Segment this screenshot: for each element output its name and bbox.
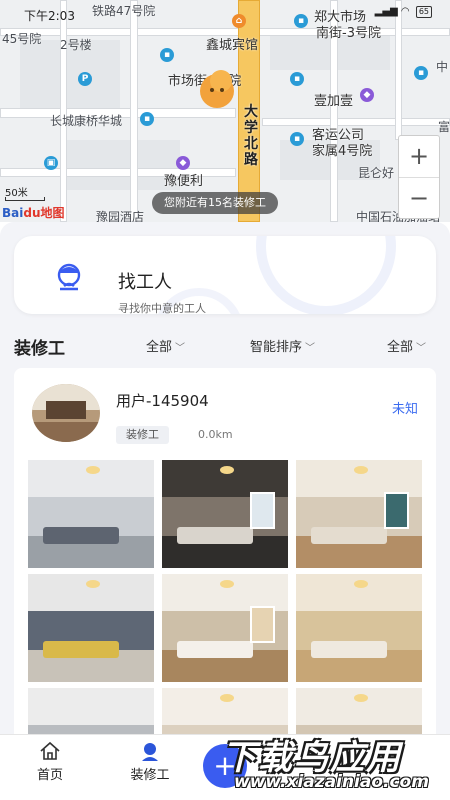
map-label: 45号院 <box>2 32 42 46</box>
photo-sofa <box>43 640 119 659</box>
map-label: 豫便利 <box>164 174 204 189</box>
map-label: 铁路47号院 <box>92 4 156 18</box>
worker-helmet-icon <box>57 263 81 291</box>
filter-sort-dropdown[interactable]: 智能排序 ﹀ <box>250 336 315 355</box>
map-label: 2号楼 <box>60 38 92 52</box>
card-decoration <box>256 236 396 314</box>
baidu-map-logo: Baidu地图 <box>2 204 65 221</box>
building-poi-icon[interactable]: ▪ <box>290 132 304 146</box>
worker-icon <box>142 743 158 761</box>
worker-marker-eye <box>210 88 214 92</box>
app-root: 下午2:03 ▂▄▆ ◠ 65 45号院 2号楼 铁路47号院 鑫城宾馆 郑大市… <box>0 0 450 800</box>
nearby-count-bubble: 您附近有15名装修工 <box>152 192 278 214</box>
chevron-down-icon: ﹀ <box>305 343 316 354</box>
map-label: 家属4号院 <box>312 144 373 159</box>
nav-workers[interactable]: 装修工 <box>115 741 185 783</box>
find-worker-card[interactable]: 找工人 寻找你中意的工人 <box>14 236 436 314</box>
map-road <box>60 0 67 222</box>
signal-icon: ▂▄▆ <box>374 6 398 17</box>
find-worker-title: 找工人 <box>118 272 172 293</box>
map-road <box>130 0 138 222</box>
map-label: 中 <box>436 60 449 74</box>
zoom-control: + − <box>398 135 440 219</box>
worker-marker-icon[interactable] <box>196 70 238 116</box>
map-road-label: 大学北路 <box>244 104 258 168</box>
photo-sofa <box>177 640 253 659</box>
map-view[interactable]: 下午2:03 ▂▄▆ ◠ 65 45号院 2号楼 铁路47号院 鑫城宾馆 郑大市… <box>0 0 450 222</box>
status-time: 下午2:03 <box>24 9 75 23</box>
map-label: 南街-3号院 <box>316 26 381 41</box>
portfolio-photo[interactable] <box>162 574 288 682</box>
building-poi-icon[interactable]: ▪ <box>140 112 154 126</box>
zoom-out-button[interactable]: − <box>399 178 439 220</box>
worker-name: 用户-145904 <box>116 392 209 410</box>
map-scale-bar <box>5 197 45 201</box>
nav-workers-label: 装修工 <box>130 768 170 783</box>
content-sheet: 找工人 寻找你中意的工人 装修工 全部 ﹀ 智能排序 ﹀ 全部 ﹀ 用户-145904… <box>0 222 450 800</box>
map-label: 豫园酒店 <box>96 210 145 222</box>
chevron-down-icon: ﹀ <box>175 343 186 354</box>
filter-label: 智能排序 <box>250 340 303 355</box>
filter-area-dropdown[interactable]: 全部 ﹀ <box>387 336 426 355</box>
photo-sofa <box>177 526 253 545</box>
map-block <box>60 140 180 190</box>
portfolio-photo[interactable] <box>28 460 154 568</box>
photo-window <box>250 606 276 644</box>
find-worker-subtitle: 寻找你中意的工人 <box>118 302 206 314</box>
section-title: 装修工 <box>14 339 65 359</box>
portfolio-photo[interactable] <box>162 460 288 568</box>
worker-status[interactable]: 未知 <box>392 398 418 417</box>
building-poi-icon[interactable]: ▪ <box>290 72 304 86</box>
worker-type-badge: 装修工 <box>116 426 169 444</box>
worker-marker-eye <box>220 88 224 92</box>
zoom-in-button[interactable]: + <box>399 136 439 178</box>
filter-label: 全部 <box>146 340 173 355</box>
filter-bar: 装修工 全部 ﹀ 智能排序 ﹀ 全部 ﹀ <box>0 330 450 359</box>
parking-poi-icon[interactable]: P <box>78 72 92 86</box>
status-icons: ▂▄▆ ◠ 65 <box>375 6 432 18</box>
portfolio-photo[interactable] <box>296 574 422 682</box>
bus-poi-icon[interactable]: ▣ <box>44 156 58 170</box>
battery-icon: 65 <box>415 6 432 18</box>
avatar-wall <box>45 401 87 419</box>
photo-sofa <box>311 526 387 545</box>
avatar[interactable] <box>32 384 100 442</box>
building-poi-icon[interactable]: ▪ <box>160 48 174 62</box>
avatar-floor <box>32 421 100 442</box>
nav-home-label: 首页 <box>36 768 63 783</box>
filter-label: 全部 <box>387 340 414 355</box>
site-watermark: 下载鸟应用 www.xiazainiao.com <box>222 730 446 796</box>
map-label: 富 <box>438 120 450 134</box>
photo-sofa <box>311 640 387 659</box>
photo-window <box>384 492 410 530</box>
status-bar: 下午2:03 ▂▄▆ ◠ 65 <box>0 0 450 23</box>
portfolio-photo[interactable] <box>28 574 154 682</box>
home-icon <box>40 741 60 760</box>
map-label: 昆仑好 <box>358 166 395 180</box>
building-poi-icon[interactable]: ▪ <box>294 14 308 28</box>
filter-category-dropdown[interactable]: 全部 ﹀ <box>146 336 185 355</box>
photo-ceiling <box>28 688 154 725</box>
map-label: 鑫城宾馆 <box>206 38 259 53</box>
shop-poi-icon[interactable]: ◆ <box>176 156 190 170</box>
portfolio-photo[interactable] <box>296 460 422 568</box>
watermark-url: www.xiazainiao.com <box>234 772 429 792</box>
hotel-poi-icon[interactable]: ⌂ <box>232 14 246 28</box>
wifi-icon: ◠ <box>400 6 410 17</box>
building-poi-icon[interactable]: ▪ <box>414 66 428 80</box>
photo-window <box>250 492 276 530</box>
map-label: 长城康桥华城 <box>50 114 123 128</box>
shop-poi-icon[interactable]: ◆ <box>360 88 374 102</box>
worker-distance: 0.0km <box>198 428 233 441</box>
photo-sofa <box>43 526 119 545</box>
logo-paw: du地图 <box>23 206 65 220</box>
chevron-down-icon: ﹀ <box>416 343 427 354</box>
logo-text: Bai <box>2 206 24 220</box>
nav-home[interactable]: 首页 <box>15 741 85 783</box>
map-label: 壹加壹 <box>314 94 354 109</box>
